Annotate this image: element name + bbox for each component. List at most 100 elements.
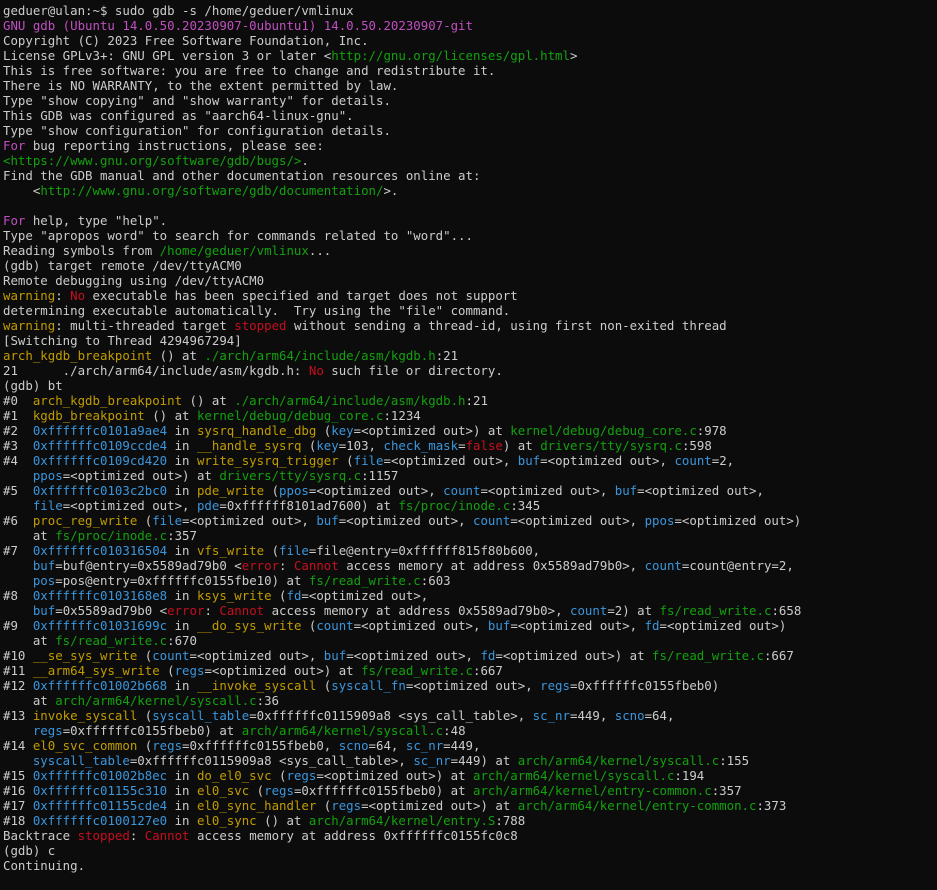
terminal-text-segment: key xyxy=(316,438,339,453)
terminal-text-segment: #2 xyxy=(3,423,33,438)
terminal-text-segment: () at xyxy=(256,813,309,828)
terminal-line: #6 proc_reg_write (file=<optimized out>,… xyxy=(3,513,937,528)
terminal-text-segment: =<optimized out>, xyxy=(182,513,317,528)
terminal-text-segment: in xyxy=(167,783,197,798)
terminal-text-segment: error xyxy=(167,603,205,618)
terminal-line: #4 0xffffffc0109cd420 in write_sysrq_tri… xyxy=(3,453,937,468)
terminal-text-segment: ( xyxy=(338,453,354,468)
terminal-line: determining executable automatically. Tr… xyxy=(3,303,937,318)
terminal-line: at fs/proc/inode.c:357 xyxy=(3,528,937,543)
terminal-text-segment: This GDB was configured as "aarch64-linu… xyxy=(3,108,354,123)
terminal-text-segment: without sending a thread-id, using first… xyxy=(286,318,727,333)
terminal-text-segment: =103, xyxy=(338,438,384,453)
terminal-text-segment: ( xyxy=(301,438,317,453)
terminal-text-segment: #5 xyxy=(3,483,33,498)
terminal-text-segment: No xyxy=(308,363,324,378)
terminal-text-segment: Reading symbols from xyxy=(3,243,160,258)
terminal-line: buf=buf@entry=0x5589ad79b0 <error: Canno… xyxy=(3,558,937,573)
terminal-text-segment: regs xyxy=(174,663,205,678)
terminal-text-segment: access memory at address 0x5589ad79b0>, xyxy=(264,603,570,618)
terminal-text-segment: warning xyxy=(3,288,56,303)
terminal-text-segment: sc_nr xyxy=(405,738,444,753)
terminal-text-segment: :36 xyxy=(256,693,280,708)
terminal-line: #16 0xffffffc01155c310 in el0_svc (regs=… xyxy=(3,783,937,798)
terminal-text-segment: such file or directory. xyxy=(323,363,503,378)
terminal-text-segment: ( xyxy=(316,798,332,813)
terminal-text-segment: #8 xyxy=(3,588,33,603)
terminal-text-segment: =0xffffffc0115909a8 <sys_call_table>, xyxy=(249,708,533,723)
terminal-text-segment: =0xffffffc0115909a8 <sys_call_table>, xyxy=(129,753,414,768)
terminal-text-segment: in xyxy=(167,588,197,603)
terminal-text-segment: =<optimized out>, xyxy=(510,618,645,633)
terminal-text-segment: __se_sys_write xyxy=(32,648,138,663)
terminal-line: For bug reporting instructions, please s… xyxy=(3,138,937,153)
terminal-text-segment: false xyxy=(465,438,503,453)
terminal-line: #0 arch_kgdb_breakpoint () at ./arch/arm… xyxy=(3,393,937,408)
terminal-text-segment: access memory at address 0x5589ad79b0>, xyxy=(338,558,645,573)
terminal-text-segment: syscall_table xyxy=(152,708,250,723)
terminal-text-segment: scno xyxy=(614,708,645,723)
terminal-text-segment: :603 xyxy=(420,573,451,588)
terminal-text-segment: regs xyxy=(152,738,183,753)
terminal-text-segment: arch/arm64/kernel/syscall.c xyxy=(473,768,675,783)
terminal-text-segment: This is free software: you are free to c… xyxy=(3,63,496,78)
terminal-text-segment: =<optimized out>, xyxy=(62,498,197,513)
terminal-text-segment: Cannot xyxy=(144,828,190,843)
terminal-line: #9 0xffffffc01031699c in __do_sys_write … xyxy=(3,618,937,633)
terminal-text-segment: . xyxy=(301,153,309,168)
terminal-text-segment: __arm64_sys_write xyxy=(32,663,160,678)
terminal-line: Remote debugging using /dev/ttyACM0 xyxy=(3,273,937,288)
terminal-text-segment: write_sysrq_trigger xyxy=(196,453,339,468)
terminal-line: regs=0xffffffc0155fbeb0) at arch/arm64/k… xyxy=(3,723,937,738)
terminal-text-segment: buf xyxy=(32,558,56,573)
terminal-text-segment: count xyxy=(443,483,481,498)
terminal-text-segment: el0_svc xyxy=(196,783,250,798)
terminal-text-segment: #18 xyxy=(3,813,33,828)
terminal-text-segment: geduer@ulan:~$ sudo gdb -s /home/geduer/… xyxy=(3,3,354,18)
terminal-text-segment: regs xyxy=(540,678,570,693)
terminal-text-segment: License GPLv3+: GNU GPL version 3 or lat… xyxy=(3,48,332,63)
terminal-text-segment: drivers/tty/sysrq.c xyxy=(540,438,682,453)
terminal-line: #13 invoke_syscall (syscall_table=0xffff… xyxy=(3,708,937,723)
terminal-text-segment: :345 xyxy=(510,498,541,513)
terminal-text-segment: warning xyxy=(3,318,56,333)
terminal-line: #5 0xffffffc0103c2bc0 in pde_write (ppos… xyxy=(3,483,937,498)
terminal-line: Continuing. xyxy=(3,858,937,873)
terminal-window[interactable]: geduer@ulan:~$ sudo gdb -s /home/geduer/… xyxy=(0,0,937,890)
terminal-text-segment: ( xyxy=(271,588,287,603)
terminal-text-segment: file xyxy=(279,543,309,558)
terminal-text-segment: arch/arm64/kernel/entry.S xyxy=(308,813,496,828)
terminal-text-segment: #16 xyxy=(3,783,33,798)
terminal-text-segment: No xyxy=(70,288,86,303)
terminal-text-segment: access memory at address 0xffffffc0155fc… xyxy=(189,828,518,843)
terminal-text-segment: 0xffffffc0101a9ae4 xyxy=(32,423,168,438)
terminal-text-segment: ( xyxy=(137,738,153,753)
terminal-text-segment: el0_svc_common xyxy=(32,738,138,753)
terminal-text-segment: =0xffffffc0155fbeb0) at xyxy=(62,723,242,738)
terminal-text-segment: ( xyxy=(271,768,287,783)
terminal-text-segment: #12 xyxy=(3,678,33,693)
terminal-text-segment: #9 xyxy=(3,618,33,633)
terminal-text-segment: key xyxy=(331,423,354,438)
terminal-text-segment: < xyxy=(3,183,41,198)
terminal-line: (gdb) bt xyxy=(3,378,937,393)
terminal-text-segment: =count@entry=2, xyxy=(681,558,794,573)
terminal-line: #11 __arm64_sys_write (regs=<optimized o… xyxy=(3,663,937,678)
terminal-text-segment: at xyxy=(3,528,56,543)
terminal-text-segment: =<optimized out>, xyxy=(383,453,518,468)
terminal-line: There is NO WARRANTY, to the extent perm… xyxy=(3,78,937,93)
terminal-line: Type "show copying" and "show warranty" … xyxy=(3,93,937,108)
terminal-text-segment: fd xyxy=(644,618,660,633)
terminal-text-segment: =2) at xyxy=(607,603,660,618)
terminal-line: GNU gdb (Ubuntu 14.0.50.20230907-0ubuntu… xyxy=(3,18,937,33)
terminal-text-segment: determining executable automatically. Tr… xyxy=(3,303,511,318)
terminal-text-segment: el0_sync_handler xyxy=(196,798,317,813)
terminal-text-segment: =<optimized out>, xyxy=(637,483,764,498)
terminal-text-segment: :788 xyxy=(495,813,526,828)
terminal-text-segment: scno xyxy=(338,738,369,753)
terminal-text-segment: ( xyxy=(137,648,153,663)
terminal-line: buf=0x5589ad79b0 <error: Cannot access m… xyxy=(3,603,937,618)
terminal-text-segment: file xyxy=(152,513,183,528)
terminal-line: <https://www.gnu.org/software/gdb/bugs/>… xyxy=(3,153,937,168)
